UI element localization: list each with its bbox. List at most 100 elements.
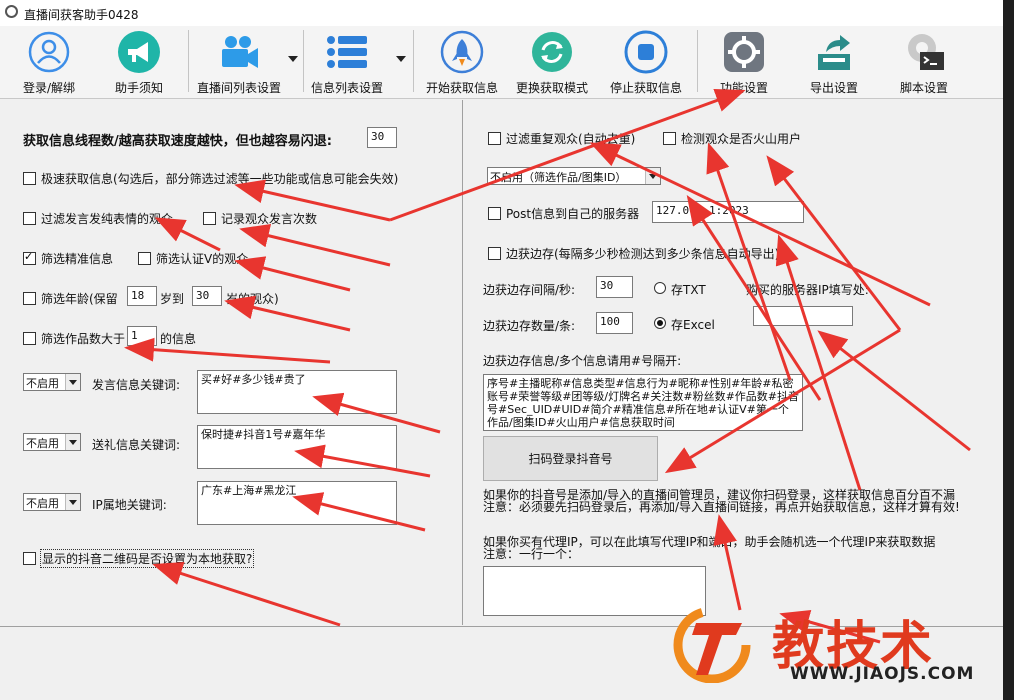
works-suffix-label: 的信息 — [160, 332, 197, 346]
info-list-button[interactable]: 信息列表设置 — [305, 30, 389, 96]
post-server-checkbox[interactable] — [488, 207, 501, 220]
megaphone-icon — [117, 30, 161, 74]
filter-precise-checkbox[interactable] — [23, 250, 36, 265]
gift-keyword-textarea[interactable]: 保时捷#抖音1号#嘉年华 — [197, 425, 397, 469]
speech-keyword-select[interactable]: 不启用 — [23, 373, 81, 391]
qr-local-checkbox[interactable] — [23, 552, 36, 565]
export-icon — [812, 30, 856, 74]
scan-login-button[interactable]: 扫码登录抖音号 — [483, 436, 658, 481]
login-button[interactable]: 登录/解绑 — [14, 30, 84, 96]
watermark-url: WWW.JIAOJS.COM — [790, 664, 975, 684]
record-count-checkbox[interactable] — [203, 212, 216, 225]
count-label: 边获边存数量/条: — [483, 319, 576, 333]
gear-icon — [722, 30, 766, 74]
gift-keyword-label: 送礼信息关键词: — [92, 438, 181, 452]
room-list-dropdown-icon[interactable] — [288, 56, 298, 62]
age-min-input[interactable]: 18 — [127, 286, 157, 306]
info-list-label: 信息列表设置 — [310, 81, 383, 95]
interval-input[interactable]: 30 — [596, 276, 633, 298]
works-count-input[interactable]: 1 — [127, 326, 157, 346]
dedupe-checkbox[interactable] — [488, 132, 501, 145]
interval-label: 边获边存间隔/秒: — [483, 283, 576, 297]
filter-verified-label: 筛选认证V的观众 — [156, 252, 249, 266]
watermark-logo — [672, 603, 760, 684]
toolbar-separator — [697, 30, 698, 92]
auto-export-label: 边获边存(每隔多少秒检测达到多少条信息自动导出) — [506, 247, 780, 261]
fast-fetch-label: 极速获取信息(勾选后，部分筛选过滤等一些功能或信息可能会失效) — [41, 172, 399, 186]
toolbar-separator — [413, 30, 414, 92]
background-strip — [1003, 0, 1014, 700]
script-label: 脚本设置 — [899, 81, 948, 95]
buy-server-input[interactable] — [753, 306, 853, 326]
filter-verified-checkbox[interactable] — [138, 252, 151, 265]
qr-local-label: 显示的抖音二维码是否设置为本地获取? — [40, 549, 255, 568]
toolbar-separator — [188, 30, 189, 92]
stop-label: 停止获取信息 — [609, 81, 682, 95]
fast-fetch-checkbox[interactable] — [23, 172, 36, 185]
help-label: 助手须知 — [114, 81, 163, 95]
switch-mode-button[interactable]: 更换获取模式 — [510, 30, 594, 96]
speech-keyword-label: 发言信息关键词: — [92, 378, 181, 392]
chevron-down-icon — [65, 374, 80, 390]
window-title: 直播间获客助手0428 — [24, 8, 139, 22]
age-to-label: 岁到 — [160, 292, 185, 306]
room-list-label: 直播间列表设置 — [196, 81, 281, 95]
fields-textarea[interactable]: 序号#主播昵称#信息类型#信息行为#昵称#性别#年龄#私密账号#荣誉等级#团等级… — [483, 374, 803, 431]
switch-mode-label: 更换获取模式 — [515, 81, 588, 95]
age-suffix-label: 岁的观众) — [226, 292, 279, 306]
info-list-dropdown-icon[interactable] — [396, 56, 406, 62]
rocket-icon — [440, 30, 484, 74]
export-button[interactable]: 导出设置 — [794, 30, 874, 96]
export-label: 导出设置 — [809, 81, 858, 95]
stop-icon — [624, 30, 668, 74]
auto-export-checkbox[interactable] — [488, 247, 501, 260]
login-label: 登录/解绑 — [22, 81, 76, 95]
txt-radio-label: 存TXT — [671, 283, 706, 297]
chevron-down-icon — [65, 434, 80, 450]
thread-count-input[interactable]: 30 — [367, 127, 397, 148]
count-input[interactable]: 100 — [596, 312, 633, 334]
works-prefix-label: 筛选作品数大于 — [41, 332, 126, 346]
filter-emoji-checkbox[interactable] — [23, 212, 36, 225]
filter-emoji-label: 过滤发言发纯表情的观众 — [41, 212, 174, 226]
video-camera-icon — [217, 30, 261, 74]
ip-keyword-textarea[interactable]: 广东#上海#黑龙江 — [197, 481, 397, 525]
filter-precise-label: 筛选精准信息 — [41, 252, 114, 266]
ip-keyword-select[interactable]: 不启用 — [23, 493, 81, 511]
dedupe-label: 过滤重复观众(自动去重) — [506, 132, 636, 146]
filter-works-checkbox[interactable] — [23, 332, 36, 345]
room-list-button[interactable]: 直播间列表设置 — [192, 30, 286, 96]
excel-radio-label: 存Excel — [671, 318, 715, 332]
help-button[interactable]: 助手须知 — [104, 30, 174, 96]
admin-note-2: 注意：必须要先扫码登录后，再添加/导入直播间链接，再点开始获取信息，这样才算有效… — [483, 500, 960, 514]
txt-radio[interactable] — [654, 282, 666, 294]
buy-server-label: 购买的服务器IP填写处: — [746, 283, 869, 297]
features-label: 功能设置 — [719, 81, 768, 95]
toolbar: 登录/解绑 助手须知 直播间列表设置 信息列表设置 开始获取信息 更换获取模式 — [0, 26, 1003, 99]
script-button[interactable]: 脚本设置 — [884, 30, 964, 96]
record-count-label: 记录观众发言次数 — [221, 212, 318, 226]
toolbar-separator — [303, 30, 304, 92]
start-label: 开始获取信息 — [425, 81, 498, 95]
age-prefix-label: 筛选年龄(保留 — [41, 292, 118, 306]
gift-keyword-select[interactable]: 不启用 — [23, 433, 81, 451]
works-filter-select[interactable]: 不启用（筛选作品/图集ID） — [487, 167, 661, 185]
title-bar: 直播间获客助手0428 — [0, 0, 1014, 27]
proxy-note-2: 注意：一行一个： — [483, 547, 580, 561]
chevron-down-icon — [65, 494, 80, 510]
app-icon — [5, 5, 18, 18]
script-terminal-icon — [902, 30, 946, 74]
fields-label: 边获边存信息/多个信息请用#号隔开: — [483, 354, 682, 368]
speech-keyword-textarea[interactable]: 买#好#多少钱#贵了 — [197, 370, 397, 414]
refresh-icon — [530, 30, 574, 74]
ip-keyword-label: IP属地关键词: — [92, 498, 167, 512]
start-button[interactable]: 开始获取信息 — [420, 30, 504, 96]
stop-button[interactable]: 停止获取信息 — [604, 30, 688, 96]
filter-age-checkbox[interactable] — [23, 292, 36, 305]
check-huoshan-checkbox[interactable] — [663, 132, 676, 145]
excel-radio[interactable] — [654, 317, 666, 329]
server-address-input[interactable]: 127.0.0.1:2023 — [652, 201, 804, 223]
age-max-input[interactable]: 30 — [192, 286, 222, 306]
features-button[interactable]: 功能设置 — [704, 30, 784, 96]
check-huoshan-label: 检测观众是否火山用户 — [681, 132, 802, 146]
